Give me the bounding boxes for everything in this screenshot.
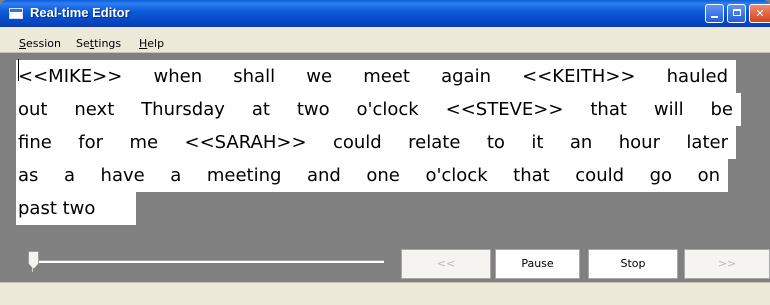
playback-controls: << Pause Stop >> xyxy=(0,240,770,280)
transcript-word: we xyxy=(306,66,333,87)
transcript-word: hauled xyxy=(666,66,728,87)
slider-tick xyxy=(32,268,33,272)
transcript-word: <<SARAH>> xyxy=(184,132,307,153)
transcript-word: Thursday xyxy=(141,99,225,120)
transcript-word: go xyxy=(649,165,673,186)
transcript-word: that xyxy=(590,99,627,120)
transcript-word: could xyxy=(332,132,382,153)
transcript-word: me xyxy=(129,132,159,153)
transcript-word: a xyxy=(170,165,182,186)
transcript-word: o'clock xyxy=(356,99,419,120)
menu-bar: Session Settings Help xyxy=(0,27,770,53)
transcript-word: again xyxy=(441,66,491,87)
transcript-word: shall xyxy=(233,66,276,87)
transcript-word: that xyxy=(513,165,550,186)
stop-button[interactable]: Stop xyxy=(588,249,678,279)
menu-settings[interactable]: Settings xyxy=(76,37,121,50)
transcript-word: later xyxy=(686,132,728,153)
transcript-word: at xyxy=(251,99,270,120)
menu-session[interactable]: Session xyxy=(19,37,61,50)
transcript-word: past xyxy=(18,198,57,219)
pause-button[interactable]: Pause xyxy=(495,249,580,279)
window-title: Real-time Editor xyxy=(30,5,130,20)
maximize-icon xyxy=(732,9,741,16)
transcript-word: relate xyxy=(408,132,461,153)
transcript-word: o'clock xyxy=(425,165,488,186)
transcript-line[interactable]: past two xyxy=(16,192,136,225)
transcript-word: could xyxy=(575,165,625,186)
minimize-icon xyxy=(711,16,718,18)
transcript-word: when xyxy=(153,66,203,87)
transcript-word: have xyxy=(100,165,145,186)
app-window-icon xyxy=(9,8,23,19)
transcript-word: an xyxy=(569,132,593,153)
status-bar xyxy=(0,282,770,305)
close-button[interactable]: ✕ xyxy=(749,4,770,23)
playback-slider-thumb[interactable] xyxy=(28,251,39,269)
transcript-word: on xyxy=(697,165,720,186)
transcript-word: to xyxy=(486,132,505,153)
transcript-word: it xyxy=(531,132,544,153)
transcript-word: one xyxy=(366,165,400,186)
menu-help[interactable]: Help xyxy=(139,37,164,50)
editor-window: Real-time Editor ✕ Session Settings Help… xyxy=(0,0,770,305)
menu-session-rest: ession xyxy=(25,37,61,50)
transcript-word: <<KEITH>> xyxy=(522,66,636,87)
transcript-line[interactable]: fine for me <<SARAH>> could relate to it an hour l… xyxy=(16,126,736,159)
transcript-word: two xyxy=(62,198,96,219)
transcript-line[interactable]: as a have a meeting and one o'clock that could go o… xyxy=(16,159,728,192)
menu-help-rest: elp xyxy=(147,37,165,50)
transcript-word: as xyxy=(18,165,39,186)
transcript-word: and xyxy=(306,165,341,186)
transcript-word: <<STEVE>> xyxy=(445,99,564,120)
fast-forward-button[interactable]: >> xyxy=(684,249,770,279)
transcript-editor[interactable]: <<MIKE>> when shall we meet again <<KEITH>> hau… xyxy=(0,53,770,240)
maximize-button[interactable] xyxy=(727,4,746,23)
transcript-word: hour xyxy=(618,132,660,153)
menu-settings-rest: tings xyxy=(94,37,122,50)
text-caret xyxy=(18,59,19,81)
transcript-line[interactable]: <<MIKE>> when shall we meet again <<KEITH>> hau… xyxy=(16,60,736,93)
transcript-word: <<MIKE>> xyxy=(18,66,123,87)
menu-session-accel: S xyxy=(19,37,26,50)
title-bar[interactable]: Real-time Editor ✕ xyxy=(0,0,770,27)
transcript-word: two xyxy=(296,99,330,120)
transcript-word: for xyxy=(78,132,103,153)
minimize-button[interactable] xyxy=(705,4,724,23)
menu-settings-pre: Se xyxy=(76,37,90,50)
transcript-word: a xyxy=(63,165,75,186)
transcript-word: next xyxy=(74,99,115,120)
transcript-word: be xyxy=(710,99,734,120)
rewind-button[interactable]: << xyxy=(401,249,491,279)
transcript-word: out xyxy=(18,99,48,120)
transcript-word: meet xyxy=(363,66,410,87)
transcript-word: fine xyxy=(18,132,52,153)
playback-slider-track[interactable] xyxy=(28,260,384,263)
transcript-line[interactable]: out next Thursday at two o'clock <<STEVE>> that… xyxy=(16,93,741,126)
close-icon: ✕ xyxy=(755,7,765,20)
transcript-word: meeting xyxy=(206,165,282,186)
transcript-word: will xyxy=(653,99,684,120)
